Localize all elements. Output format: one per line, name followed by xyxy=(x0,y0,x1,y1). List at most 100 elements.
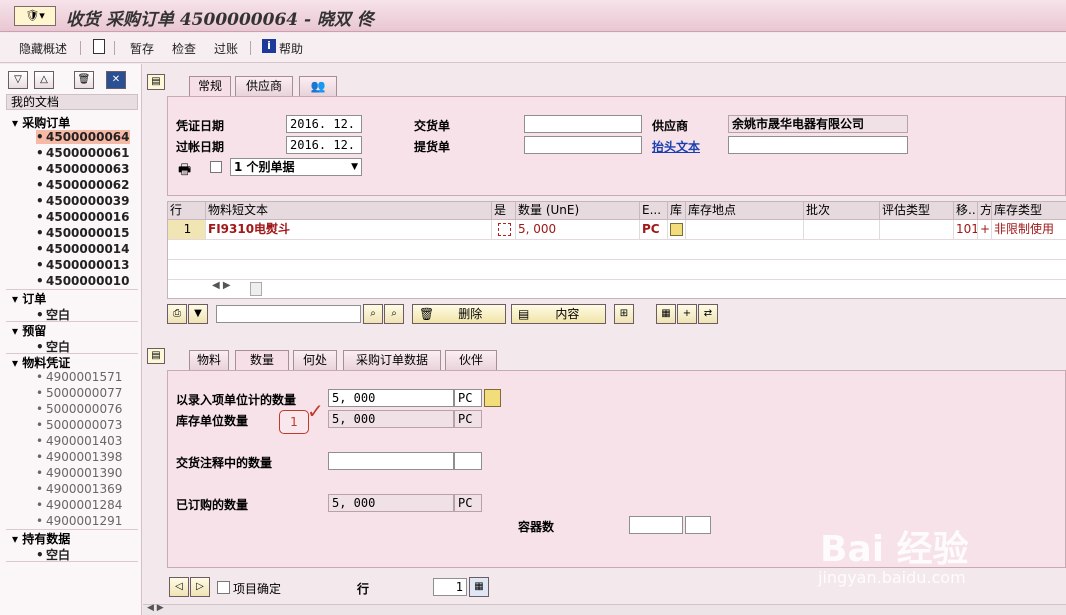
column-header-valuation[interactable]: 评估类型 xyxy=(880,202,954,220)
slip-option-select[interactable]: 1 个别单据 ▼ xyxy=(230,158,362,176)
qty-entry-unit[interactable]: PC xyxy=(454,389,482,407)
stock-overview-icon[interactable]: ▦ xyxy=(656,304,676,324)
print-icon[interactable]: 🖶 xyxy=(178,159,191,183)
containers-field[interactable] xyxy=(629,516,683,534)
tree-item[interactable]: • 4900001369 xyxy=(36,482,122,496)
tab-partner[interactable]: 伙伴 xyxy=(445,350,497,370)
next-item-icon[interactable]: ▷ xyxy=(190,577,210,597)
position-table-icon[interactable]: ▦ xyxy=(469,577,489,597)
tree-item[interactable]: • 4500000013 xyxy=(36,258,130,272)
close-icon[interactable]: ✕ xyxy=(106,71,126,89)
print-checkbox[interactable] xyxy=(210,161,222,173)
line-number-cell[interactable]: 1 xyxy=(168,220,206,240)
tab-general[interactable]: 常规 xyxy=(189,76,231,96)
tree-item[interactable]: • 4500000010 xyxy=(36,274,130,288)
scroll-arrows-icon[interactable]: ◀ ▶ xyxy=(147,603,164,613)
expand-arrow-icon[interactable]: ▾ xyxy=(12,292,22,306)
tree-item[interactable]: • 4500000061 xyxy=(36,146,130,160)
tab-where[interactable]: 何处 xyxy=(293,350,337,370)
column-header-batch[interactable]: 批次 xyxy=(804,202,880,220)
tree-item[interactable]: • 4500000016 xyxy=(36,210,130,224)
tree-item[interactable]: • 4500000014 xyxy=(36,242,130,256)
tree-item[interactable]: • 4500000063 xyxy=(36,162,130,176)
ok-checkbox-cell[interactable] xyxy=(492,220,516,240)
column-header-direction[interactable]: 方 xyxy=(978,202,992,220)
item-details-icon[interactable]: ⊞ xyxy=(614,304,634,324)
hold-button[interactable]: 暂存 xyxy=(130,40,154,57)
table-search-input[interactable] xyxy=(216,305,361,323)
add-item-icon[interactable]: + xyxy=(677,304,697,324)
containers-unit[interactable] xyxy=(685,516,711,534)
column-header-sloc[interactable]: 库存地点 xyxy=(686,202,804,220)
header-text-field[interactable] xyxy=(728,136,908,154)
toggle-detail-icon[interactable]: ▤ xyxy=(147,348,165,364)
posting-date-field[interactable]: 2016. 12. 15 xyxy=(286,136,362,154)
valuation-cell[interactable] xyxy=(880,220,954,240)
bill-of-lading-field[interactable] xyxy=(524,136,642,154)
tree-item[interactable]: • 4500000015 xyxy=(36,226,130,240)
qty-entry-field[interactable]: 5, 000 xyxy=(328,389,454,407)
tab-material[interactable]: 物料 xyxy=(189,350,229,370)
tree-item[interactable]: • 5000000077 xyxy=(36,386,122,400)
stock-overview-cell[interactable] xyxy=(668,220,686,240)
column-header-line[interactable]: 行 xyxy=(168,202,206,220)
tree-item[interactable]: • 4900001284 xyxy=(36,498,122,512)
header-text-link[interactable]: 抬头文本 xyxy=(652,138,700,155)
find-next-icon[interactable]: ⌕ xyxy=(384,304,404,324)
column-header-material[interactable]: 物料短文本 xyxy=(206,202,492,220)
tree-item[interactable]: • 4900001403 xyxy=(36,434,122,448)
column-header-stock-icon[interactable]: 库 xyxy=(668,202,686,220)
tree-group[interactable]: ▾ 持有数据 xyxy=(12,530,70,547)
post-button[interactable]: 过账 xyxy=(214,40,238,57)
expand-all-icon[interactable]: ▽ xyxy=(8,71,28,89)
trash-icon[interactable]: 🗑 xyxy=(74,71,94,89)
transaction-menu-icon[interactable]: 🛡▾ xyxy=(14,6,56,26)
expand-arrow-icon[interactable]: ▾ xyxy=(12,532,22,546)
tree-item[interactable]: • 5000000073 xyxy=(36,418,122,432)
document-date-field[interactable]: 2016. 12. 15 xyxy=(286,115,362,133)
tree-group[interactable]: ▾ 预留 xyxy=(12,322,46,339)
tree-item[interactable]: • 4900001571 xyxy=(36,370,122,384)
help-icon[interactable]: i xyxy=(262,39,276,53)
expand-arrow-icon[interactable]: ▾ xyxy=(12,356,22,370)
batch-cell[interactable] xyxy=(804,220,880,240)
toggle-header-icon[interactable]: ▤ xyxy=(147,74,165,90)
collapse-all-icon[interactable]: △ xyxy=(34,71,54,89)
new-document-icon[interactable] xyxy=(93,39,105,54)
horizontal-scroll-arrows[interactable]: ◀ ▶ xyxy=(212,280,231,291)
help-button[interactable]: 帮助 xyxy=(279,40,303,57)
tree-group[interactable]: ▾ 采购订单 xyxy=(12,114,70,131)
item-ok-checkbox[interactable] xyxy=(217,581,230,594)
print-list-icon[interactable]: ⎙ xyxy=(167,304,187,324)
tab-vendor[interactable]: 供应商 xyxy=(235,76,293,96)
contents-button[interactable]: ▤ 内容 xyxy=(511,304,606,324)
document-flow-icon[interactable]: ⇄ xyxy=(698,304,718,324)
column-header-quantity[interactable]: 数量 (UnE) xyxy=(516,202,640,220)
line-number-field[interactable]: 1 xyxy=(433,578,467,596)
expand-arrow-icon[interactable]: ▾ xyxy=(12,116,22,130)
find-icon[interactable]: ⌕ xyxy=(363,304,383,324)
scrollbar-thumb[interactable] xyxy=(250,282,262,296)
tree-item[interactable]: • 4900001291 xyxy=(36,514,122,528)
qty-delivery-note-unit[interactable] xyxy=(454,452,482,470)
tree-item[interactable]: • 4500000064 xyxy=(36,130,130,144)
tab-quantity[interactable]: 数量 xyxy=(235,350,289,370)
column-header-stock-type[interactable]: 库存类型 xyxy=(992,202,1066,220)
hide-overview-button[interactable]: 隐藏概述 xyxy=(19,40,67,57)
sloc-cell[interactable] xyxy=(686,220,804,240)
stock-overview-icon[interactable] xyxy=(670,223,683,236)
expand-arrow-icon[interactable]: ▾ xyxy=(12,324,22,338)
ok-checkbox[interactable] xyxy=(498,223,511,236)
check-button[interactable]: 检查 xyxy=(172,40,196,57)
qty-delivery-note-field[interactable] xyxy=(328,452,454,470)
tree-item[interactable]: • 4900001398 xyxy=(36,450,122,464)
column-header-ok[interactable]: 是 xyxy=(492,202,516,220)
previous-item-icon[interactable]: ◁ xyxy=(169,577,189,597)
tree-item[interactable]: • 4500000062 xyxy=(36,178,130,192)
stock-overview-icon[interactable] xyxy=(484,389,501,407)
tree-item[interactable]: • 5000000076 xyxy=(36,402,122,416)
delete-button[interactable]: 🗑 删除 xyxy=(412,304,506,324)
tree-group[interactable]: ▾ 订单 xyxy=(12,290,46,307)
tab-po-data[interactable]: 采购订单数据 xyxy=(343,350,441,370)
column-header-movement[interactable]: 移.. xyxy=(954,202,978,220)
